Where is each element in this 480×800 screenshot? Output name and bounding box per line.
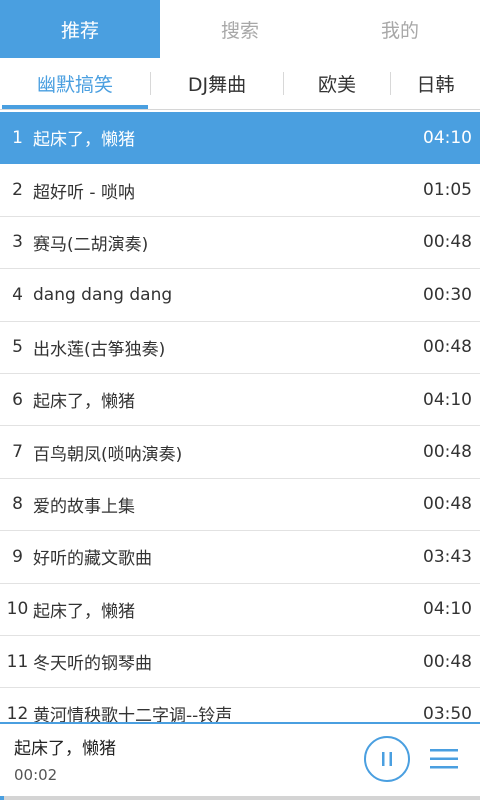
song-row[interactable]: 11 冬天听的钢琴曲 00:48 — [0, 636, 480, 689]
category-tab-label: 日韩 — [416, 74, 455, 96]
song-duration: 00:48 — [423, 232, 472, 253]
song-row[interactable]: 10 起床了，懒猪 04:10 — [0, 584, 480, 636]
pause-icon — [382, 752, 392, 766]
song-title: 好听的藏文歌曲 — [33, 549, 152, 570]
song-title: 黄河情秧歌十二字调--铃声 — [33, 706, 233, 722]
song-title: 百鸟朝凤(唢呐演奏) — [33, 444, 183, 465]
song-row[interactable]: 3 赛马(二胡演奏) 00:48 — [0, 217, 480, 270]
song-duration: 01:05 — [423, 180, 472, 201]
pause-button[interactable] — [364, 736, 410, 782]
song-row[interactable]: 12 黄河情秧歌十二字调--铃声 03:50 — [0, 688, 480, 722]
song-row[interactable]: 7 百鸟朝凤(唢呐演奏) 00:48 — [0, 426, 480, 479]
song-number: 9 — [12, 546, 23, 567]
song-title: 起床了，懒猪 — [33, 392, 135, 413]
song-row[interactable]: 9 好听的藏文歌曲 03:43 — [0, 531, 480, 584]
playlist-menu-button[interactable] — [428, 746, 460, 772]
song-title: 起床了，懒猪 — [33, 601, 135, 622]
song-duration: 04:10 — [423, 599, 472, 620]
category-tab-dj[interactable]: DJ舞曲 — [151, 58, 283, 109]
song-list[interactable]: 1 起床了，懒猪 04:10 2 超好听 - 唢呐 01:05 3 赛马(二胡演… — [0, 112, 480, 722]
song-title: 爱的故事上集 — [33, 496, 135, 517]
category-tab-bar: 幽默搞笑 DJ舞曲 欧美 日韩 — [0, 58, 480, 110]
song-duration: 03:50 — [423, 703, 472, 722]
tab-search[interactable]: 搜索 — [160, 0, 320, 58]
song-duration: 00:48 — [423, 337, 472, 358]
song-duration: 00:48 — [423, 494, 472, 515]
song-title: 出水莲(古筝独奏) — [33, 339, 166, 360]
song-duration: 00:48 — [423, 442, 472, 463]
song-number: 12 — [6, 703, 29, 722]
song-number: 4 — [12, 284, 23, 305]
song-row[interactable]: 6 起床了，懒猪 04:10 — [0, 374, 480, 427]
category-tab-western[interactable]: 欧美 — [284, 58, 390, 109]
category-tab-label: 欧美 — [317, 74, 356, 96]
song-duration: 00:30 — [423, 284, 472, 305]
song-number: 5 — [12, 337, 23, 358]
tab-recommend[interactable]: 推荐 — [0, 0, 160, 58]
song-number: 8 — [12, 494, 23, 515]
category-tab-humor[interactable]: 幽默搞笑 — [0, 58, 150, 109]
active-tab-indicator — [2, 105, 148, 109]
song-title: 赛马(二胡演奏) — [33, 234, 149, 255]
song-number: 6 — [12, 389, 23, 410]
song-duration: 03:43 — [423, 546, 472, 567]
song-title: 起床了，懒猪 — [33, 130, 135, 151]
song-title: 超好听 - 唢呐 — [33, 182, 135, 203]
song-row[interactable]: 8 爱的故事上集 00:48 — [0, 479, 480, 532]
song-title: 冬天听的钢琴曲 — [33, 654, 152, 675]
song-number: 3 — [12, 232, 23, 253]
song-number: 1 — [12, 127, 23, 148]
category-tab-label: DJ舞曲 — [187, 74, 247, 96]
song-number: 11 — [6, 651, 29, 672]
song-duration: 04:10 — [423, 127, 472, 148]
song-number: 10 — [6, 599, 29, 620]
song-duration: 04:10 — [423, 389, 472, 410]
song-number: 7 — [12, 442, 23, 463]
song-number: 2 — [12, 180, 23, 201]
song-row[interactable]: 2 超好听 - 唢呐 01:05 — [0, 164, 480, 217]
song-row[interactable]: 4 dang dang dang 00:30 — [0, 269, 480, 322]
top-tab-bar: 推荐 搜索 我的 — [0, 0, 480, 58]
category-tab-label: 幽默搞笑 — [36, 74, 113, 96]
category-tab-jpkr[interactable]: 日韩 — [391, 58, 480, 109]
song-title: dang dang dang — [33, 284, 173, 305]
tab-mine[interactable]: 我的 — [320, 0, 480, 58]
playback-progress-bar[interactable] — [0, 796, 480, 800]
playback-progress-fill — [0, 796, 4, 800]
song-row[interactable]: 1 起床了，懒猪 04:10 — [0, 112, 480, 165]
song-row[interactable]: 5 出水莲(古筝独奏) 00:48 — [0, 322, 480, 374]
menu-icon — [430, 749, 458, 769]
elapsed-time: 00:02 — [14, 766, 58, 784]
now-playing-title[interactable]: 起床了，懒猪 — [14, 734, 116, 759]
now-playing-bar: 起床了，懒猪 00:02 — [0, 722, 480, 800]
song-duration: 00:48 — [423, 651, 472, 672]
